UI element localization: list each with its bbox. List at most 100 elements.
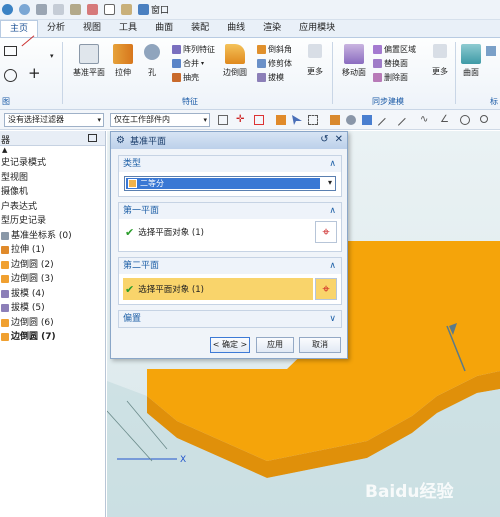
snap-icon[interactable]: [276, 115, 286, 125]
menu-icon[interactable]: [218, 115, 228, 125]
navigator-item[interactable]: 拉伸 (1): [0, 243, 105, 258]
tab-tools[interactable]: 工具: [110, 20, 146, 37]
tab-application[interactable]: 应用模块: [290, 20, 344, 37]
more-sync-button[interactable]: 更多: [428, 44, 452, 76]
edge-blend-icon: [225, 44, 245, 64]
second-plane-header[interactable]: 第二平面 ∧: [119, 258, 341, 274]
selection-filter-select[interactable]: 没有选择过滤器 ▾: [4, 113, 104, 127]
extrude-button[interactable]: 拉伸: [108, 44, 138, 78]
point-icon[interactable]: +: [28, 66, 41, 81]
navigator-item[interactable]: 型视图: [0, 171, 105, 186]
collapse-arrow-icon[interactable]: ▲: [0, 146, 105, 156]
pick-icon[interactable]: ✛: [236, 115, 246, 125]
navigator-item[interactable]: 基准坐标系 (0): [0, 229, 105, 244]
chevron-down-icon: ▾: [203, 116, 207, 124]
point-tool-icon[interactable]: [480, 115, 488, 123]
cursor-icon[interactable]: [292, 115, 302, 125]
navigator-item[interactable]: 边倒圆 (6): [0, 316, 105, 331]
reset-icon[interactable]: ↺: [320, 134, 328, 145]
star-icon[interactable]: [36, 4, 47, 15]
navigator-item[interactable]: 边倒圆 (2): [0, 258, 105, 273]
gear-icon[interactable]: [346, 115, 356, 125]
move-face-button[interactable]: 移动面: [338, 44, 370, 78]
curve-tool-icon[interactable]: [397, 117, 413, 133]
datum-plane-button[interactable]: 基准平面: [70, 44, 108, 78]
navigator-item[interactable]: 史记录模式: [0, 156, 105, 171]
replace-face-button[interactable]: 替换面: [373, 58, 408, 69]
window-menu[interactable]: 窗口: [138, 3, 169, 16]
shell-button[interactable]: 抽壳: [172, 72, 199, 83]
navigator-item[interactable]: 边倒圆 (3): [0, 272, 105, 287]
ok-button[interactable]: < 确定 >: [210, 337, 250, 353]
chamfer-button[interactable]: 倒斜角: [257, 44, 292, 55]
navigator-item[interactable]: 边倒圆 (7): [0, 330, 105, 345]
offset-region-button[interactable]: 偏置区域: [373, 44, 416, 55]
sketch-more-icon[interactable]: ▾: [50, 52, 54, 60]
navigator-header: 器: [0, 131, 105, 146]
extrude-small-icon[interactable]: [330, 115, 340, 125]
eraser-icon[interactable]: [121, 4, 132, 15]
feature-group-label: 特征: [182, 97, 198, 106]
navigator-item[interactable]: 拔模 (4): [0, 287, 105, 302]
cube-icon[interactable]: [362, 115, 372, 125]
select-mode-icon[interactable]: [254, 115, 264, 125]
line-tool-icon[interactable]: [377, 117, 393, 133]
surface-button[interactable]: 曲面: [458, 44, 484, 78]
first-plane-select[interactable]: ✔ 选择平面对象 (1): [123, 221, 313, 243]
pattern-feature-button[interactable]: 阵列特征: [172, 44, 215, 55]
rectangle-icon[interactable]: [4, 46, 17, 56]
cancel-button[interactable]: 取消: [299, 337, 341, 353]
lasso-icon[interactable]: [308, 115, 318, 125]
first-plane-section: 第一平面 ∧ ✔ 选择平面对象 (1) ⌖: [118, 202, 342, 252]
tab-render[interactable]: 渲染: [254, 20, 290, 37]
second-plane-pick-button[interactable]: ⌖: [315, 278, 337, 300]
first-plane-pick-button[interactable]: ⌖: [315, 221, 337, 243]
second-plane-select[interactable]: ✔ 选择平面对象 (1): [123, 278, 313, 300]
tab-curve[interactable]: 曲线: [218, 20, 254, 37]
paste-icon[interactable]: [70, 4, 81, 15]
delete-face-button[interactable]: 删除面: [373, 72, 408, 83]
first-plane-header[interactable]: 第一平面 ∧: [119, 203, 341, 219]
apply-button[interactable]: 应用: [256, 337, 294, 353]
copy-icon[interactable]: [53, 4, 64, 15]
datum-csys-icon: [1, 231, 9, 240]
navigator-item[interactable]: 摄像机: [0, 185, 105, 200]
unite-button[interactable]: 合并 ▾: [172, 58, 204, 69]
navigator-item[interactable]: 户表达式: [0, 200, 105, 215]
close-icon[interactable]: ✕: [335, 134, 343, 145]
draft-icon: [1, 304, 9, 313]
circle-tool-icon[interactable]: [460, 115, 470, 125]
surface-more-icon[interactable]: [486, 46, 496, 56]
selection-scope-select[interactable]: 仅在工作部件内 ▾: [110, 113, 210, 127]
hole-button[interactable]: 孔: [140, 44, 164, 77]
angle-tool-icon[interactable]: ∠: [440, 115, 450, 125]
edge-blend-button[interactable]: 边倒圆: [218, 44, 252, 78]
delete-icon[interactable]: [87, 4, 98, 15]
tab-analysis[interactable]: 分析: [38, 20, 74, 37]
type-select[interactable]: 二等分 ▾: [124, 176, 336, 191]
chevron-up-icon: ∧: [329, 206, 336, 216]
more-features-button[interactable]: 更多: [302, 44, 328, 76]
trim-body-button[interactable]: 修剪体: [257, 58, 292, 69]
navigator-item[interactable]: 型历史记录: [0, 214, 105, 229]
gear-icon[interactable]: ⚙: [116, 135, 125, 146]
wave-tool-icon[interactable]: ∿: [420, 115, 430, 125]
maximize-icon[interactable]: [88, 134, 97, 142]
new-window-icon[interactable]: [104, 4, 115, 15]
offset-header[interactable]: 偏置 ∨: [119, 311, 341, 327]
trim-body-icon: [257, 59, 266, 68]
draft-icon: [257, 73, 266, 82]
tab-view[interactable]: 视图: [74, 20, 110, 37]
tab-home[interactable]: 主页: [0, 20, 39, 37]
redo-icon[interactable]: [2, 4, 13, 15]
undo-icon[interactable]: [19, 4, 30, 15]
draft-button[interactable]: 拔模: [257, 72, 284, 83]
line-icon[interactable]: [21, 35, 43, 57]
tab-surface[interactable]: 曲面: [146, 20, 182, 37]
dialog-title: 基准平面: [129, 137, 166, 147]
type-section-header[interactable]: 类型 ∧: [119, 156, 341, 172]
tab-assembly[interactable]: 装配: [182, 20, 218, 37]
type-select-value: 二等分: [126, 178, 320, 189]
circle-icon[interactable]: [4, 69, 17, 82]
navigator-item[interactable]: 拔模 (5): [0, 301, 105, 316]
